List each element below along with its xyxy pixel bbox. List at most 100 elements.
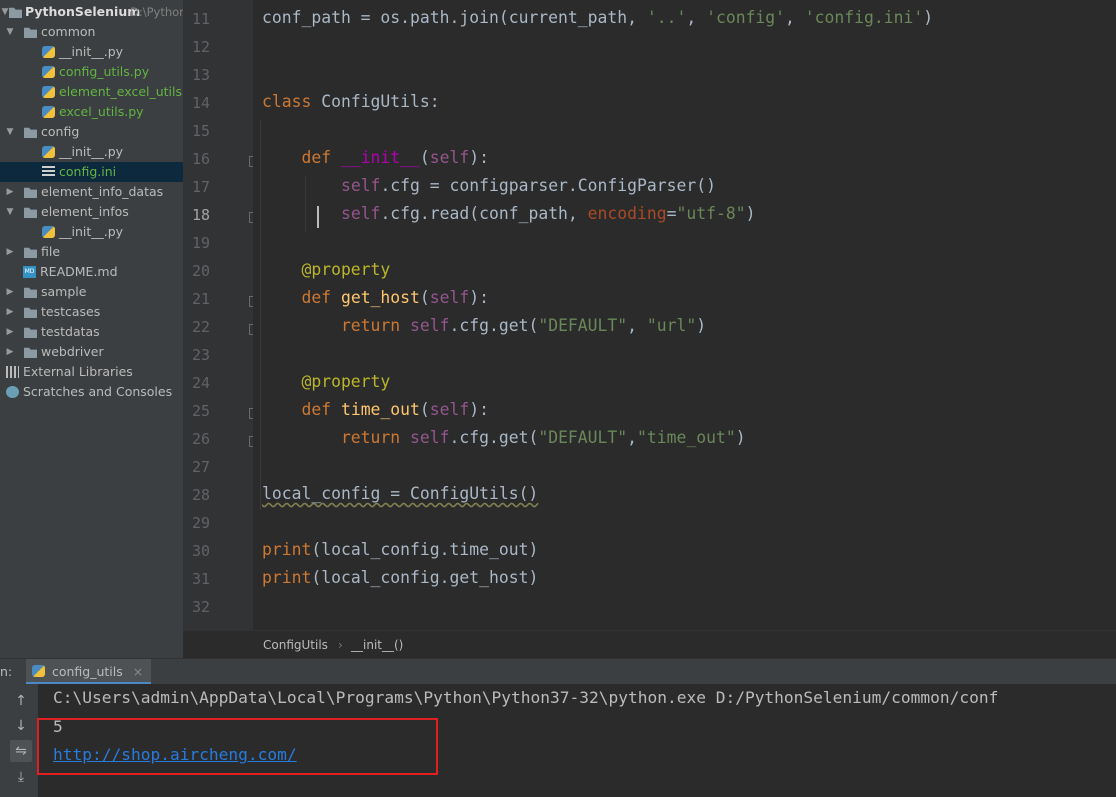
tree-item[interactable]: ▶ element_info_datas [0,182,183,202]
breadcrumb-separator: › [338,638,343,652]
tree-item[interactable]: config.ini [0,162,183,182]
line-number: 11 [191,10,210,28]
tree-item-label: config_utils.py [59,64,150,79]
tree-item[interactable]: ▼ config [0,122,183,142]
code-token: ) [735,428,746,447]
tree-item-label: file [41,244,61,259]
line-number: 26 [191,430,210,448]
chevron-right-icon[interactable]: ▶ [5,182,15,202]
text-caret [317,206,319,228]
code-token: ): [469,148,490,167]
tree-item-label: README.md [40,264,118,279]
code-token: print [262,568,312,587]
tree-item[interactable]: __init__.py [0,222,183,242]
tree-item-label: config.ini [59,164,117,179]
python-file-icon [42,66,55,78]
python-file-icon [32,665,45,677]
tree-item[interactable]: ▶ testdatas [0,322,183,342]
arrow-up-icon[interactable]: ↑ [10,690,32,712]
chevron-right-icon[interactable]: ▶ [5,242,15,262]
scroll-to-end-icon[interactable]: ⤓ [10,766,32,788]
code-token: return [262,428,411,447]
folder-icon [24,327,37,338]
tree-root[interactable]: ▼ PythonSelenium D:\Pythor [0,2,183,22]
soft-wrap-icon[interactable]: ⇋ [10,740,32,762]
tree-item-label: testdatas [41,324,100,339]
code-token: "DEFAULT" [538,316,628,335]
project-root-path: D:\Pythor [130,5,183,19]
code-line: def get_host(self): [262,288,489,307]
breadcrumb-class[interactable]: ConfigUtils [263,631,328,659]
line-number: 22 [191,318,210,336]
close-icon[interactable]: × [133,664,143,679]
tree-item[interactable]: element_excel_utils.py [0,82,183,102]
code-token: ) [745,204,756,223]
code-token: self [410,316,450,335]
tree-item-label: __init__.py [59,224,124,239]
code-editor[interactable]: conf_path = os.path.join(current_path, '… [253,0,1116,630]
breadcrumb-method[interactable]: __init__() [351,631,403,659]
code-token: conf_path = os.path.join(current_path, [262,8,647,27]
folder-icon [24,127,37,138]
code-token: (local_config.get_host) [311,568,539,587]
line-number: 14 [191,94,210,112]
folder-icon [24,307,37,318]
tree-item-label: External Libraries [23,364,133,379]
code-token: self [340,176,381,195]
code-token: .cfg = configparser.ConfigParser() [380,176,716,195]
tree-item[interactable]: __init__.py [0,42,183,62]
code-token: "time_out" [637,428,736,447]
folder-icon [24,287,37,298]
indent-guide [260,120,261,510]
tree-item-label: testcases [41,304,101,319]
chevron-down-icon[interactable]: ▼ [5,22,15,42]
chevron-right-icon[interactable]: ▶ [5,302,15,322]
chevron-right-icon[interactable]: ▶ [5,322,15,342]
tree-item[interactable]: config_utils.py [0,62,183,82]
tree-item[interactable]: External Libraries [0,362,183,382]
chevron-down-icon[interactable]: ▼ [0,2,10,22]
code-token: print [262,540,312,559]
tree-item-label: element_info_datas [41,184,164,199]
tree-item[interactable]: ▼ element_infos [0,202,183,222]
line-number: 17 [191,178,210,196]
tree-item[interactable]: __init__.py [0,142,183,162]
code-token: def [262,400,341,419]
line-number: 24 [191,374,210,392]
tree-item[interactable]: ▶ file [0,242,183,262]
tree-item[interactable]: ▶ webdriver [0,342,183,362]
chevron-down-icon[interactable]: ▼ [5,122,15,142]
line-number: 21 [191,290,210,308]
code-token: time_out [340,400,420,419]
code-token: , [686,8,707,27]
tree-item[interactable]: ▼ common [0,22,183,42]
tree-item-label: webdriver [41,344,104,359]
tree-item[interactable]: ▶ sample [0,282,183,302]
folder-icon [24,27,37,38]
line-number: 16 [191,150,210,168]
run-label-prefix: n: [0,664,13,679]
code-line: conf_path = os.path.join(current_path, '… [262,8,933,27]
code-token: @property [262,372,391,391]
tree-item[interactable]: ▶ testcases [0,302,183,322]
code-token: local_config = ConfigUtils() [262,484,539,503]
run-tab-config-utils[interactable]: config_utils × [26,659,152,685]
chevron-right-icon[interactable]: ▶ [5,342,15,362]
arrow-down-icon[interactable]: ↓ [10,715,32,737]
chevron-right-icon[interactable]: ▶ [5,282,15,302]
tree-item[interactable]: excel_utils.py [0,102,183,122]
project-tree-panel: ▼ PythonSelenium D:\Pythor ▼ common __init… [0,0,183,658]
libraries-icon [6,366,19,378]
tree-item[interactable]: MD README.md [0,262,183,282]
line-number: 30 [191,542,210,560]
code-token: , [627,316,647,335]
run-toolbar: ↑ ↓ ⇋ ⤓ [0,684,38,797]
code-token: self [410,428,450,447]
editor-gutter: 11 12 13 14 15 16 17 18 19 20 21 22 23 24 25 26 27 28 29 30… [183,0,260,630]
code-token: '..' [646,8,687,27]
line-number: 32 [191,598,210,616]
tree-item[interactable]: Scratches and Consoles [0,382,183,402]
chevron-down-icon[interactable]: ▼ [5,202,15,222]
code-token: self [340,204,381,223]
